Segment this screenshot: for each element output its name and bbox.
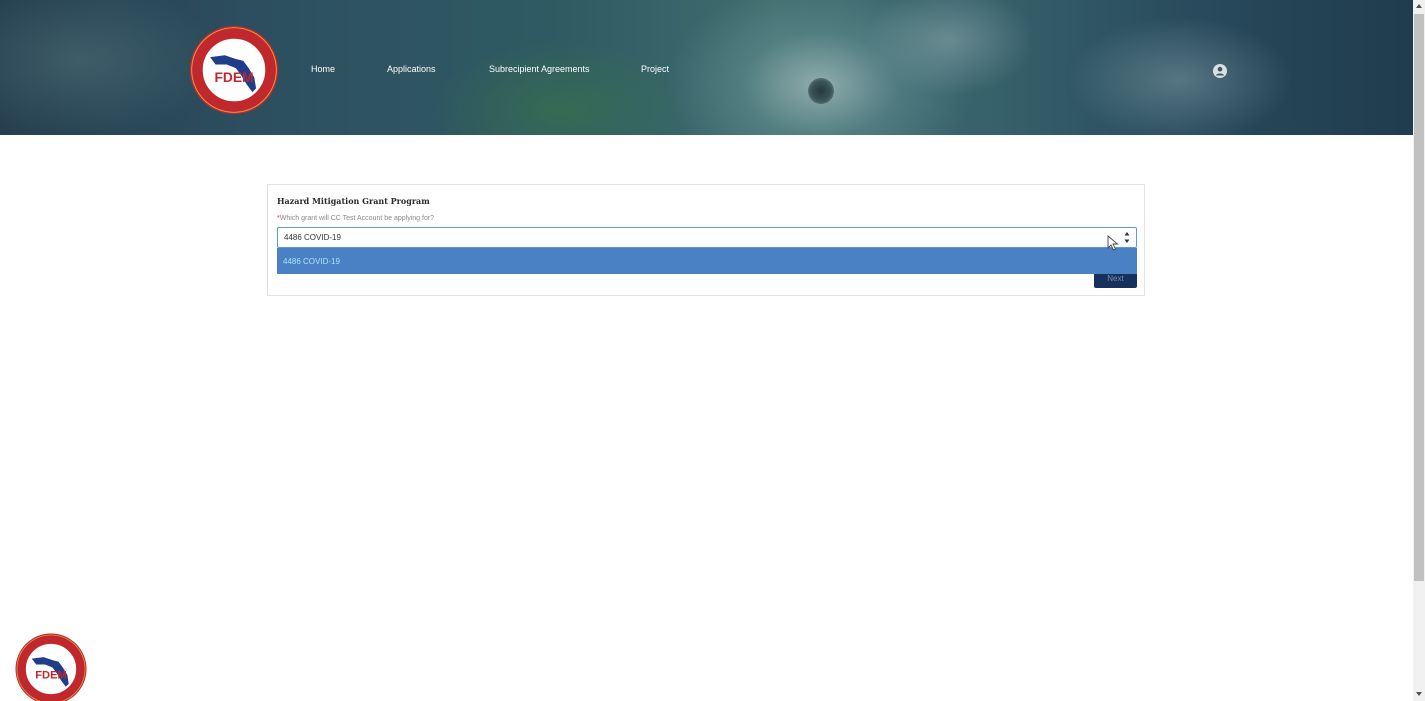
scroll-thumb[interactable]: [1414, 14, 1424, 581]
page-scrollbar[interactable]: [1413, 0, 1425, 701]
dropdown-option[interactable]: 4486 COVID-19: [283, 257, 340, 266]
scroll-up-arrow-icon[interactable]: [1416, 4, 1422, 8]
footer-fdem-logo: FDEM: [15, 633, 87, 701]
select-updown-icon: [1124, 232, 1130, 243]
next-button[interactable]: Next: [1094, 274, 1137, 288]
grant-field-label-text: Which grant will CC Test Account be appl…: [279, 215, 435, 222]
grant-select[interactable]: 4486 COVID-19: [277, 227, 1137, 248]
logo-text: FDEM: [214, 70, 253, 85]
header-banner: FDEM Home Applications Subrecipient Agre…: [0, 0, 1413, 135]
mouse-cursor-icon: [1107, 235, 1119, 251]
user-avatar-icon[interactable]: [1213, 64, 1227, 78]
grant-field-label: *Which grant will CC Test Account be app…: [277, 215, 434, 222]
footer-logo-text: FDEM: [35, 670, 66, 682]
nav-subrecipient-agreements[interactable]: Subrecipient Agreements: [489, 64, 590, 74]
grant-dropdown-list: 4486 COVID-19: [277, 248, 1137, 274]
grant-selection-card: Hazard Mitigation Grant Program *Which g…: [267, 184, 1145, 296]
fdem-logo[interactable]: FDEM: [188, 24, 280, 116]
scroll-down-arrow-icon[interactable]: [1416, 692, 1422, 696]
nav-project[interactable]: Project: [641, 64, 669, 74]
nav-applications[interactable]: Applications: [387, 64, 436, 74]
page: FDEM Home Applications Subrecipient Agre…: [0, 0, 1425, 701]
hurricane-eye-decoration: [808, 78, 834, 104]
nav-home[interactable]: Home: [311, 64, 335, 74]
grant-select-value: 4486 COVID-19: [284, 233, 341, 242]
card-title: Hazard Mitigation Grant Program: [277, 196, 430, 206]
